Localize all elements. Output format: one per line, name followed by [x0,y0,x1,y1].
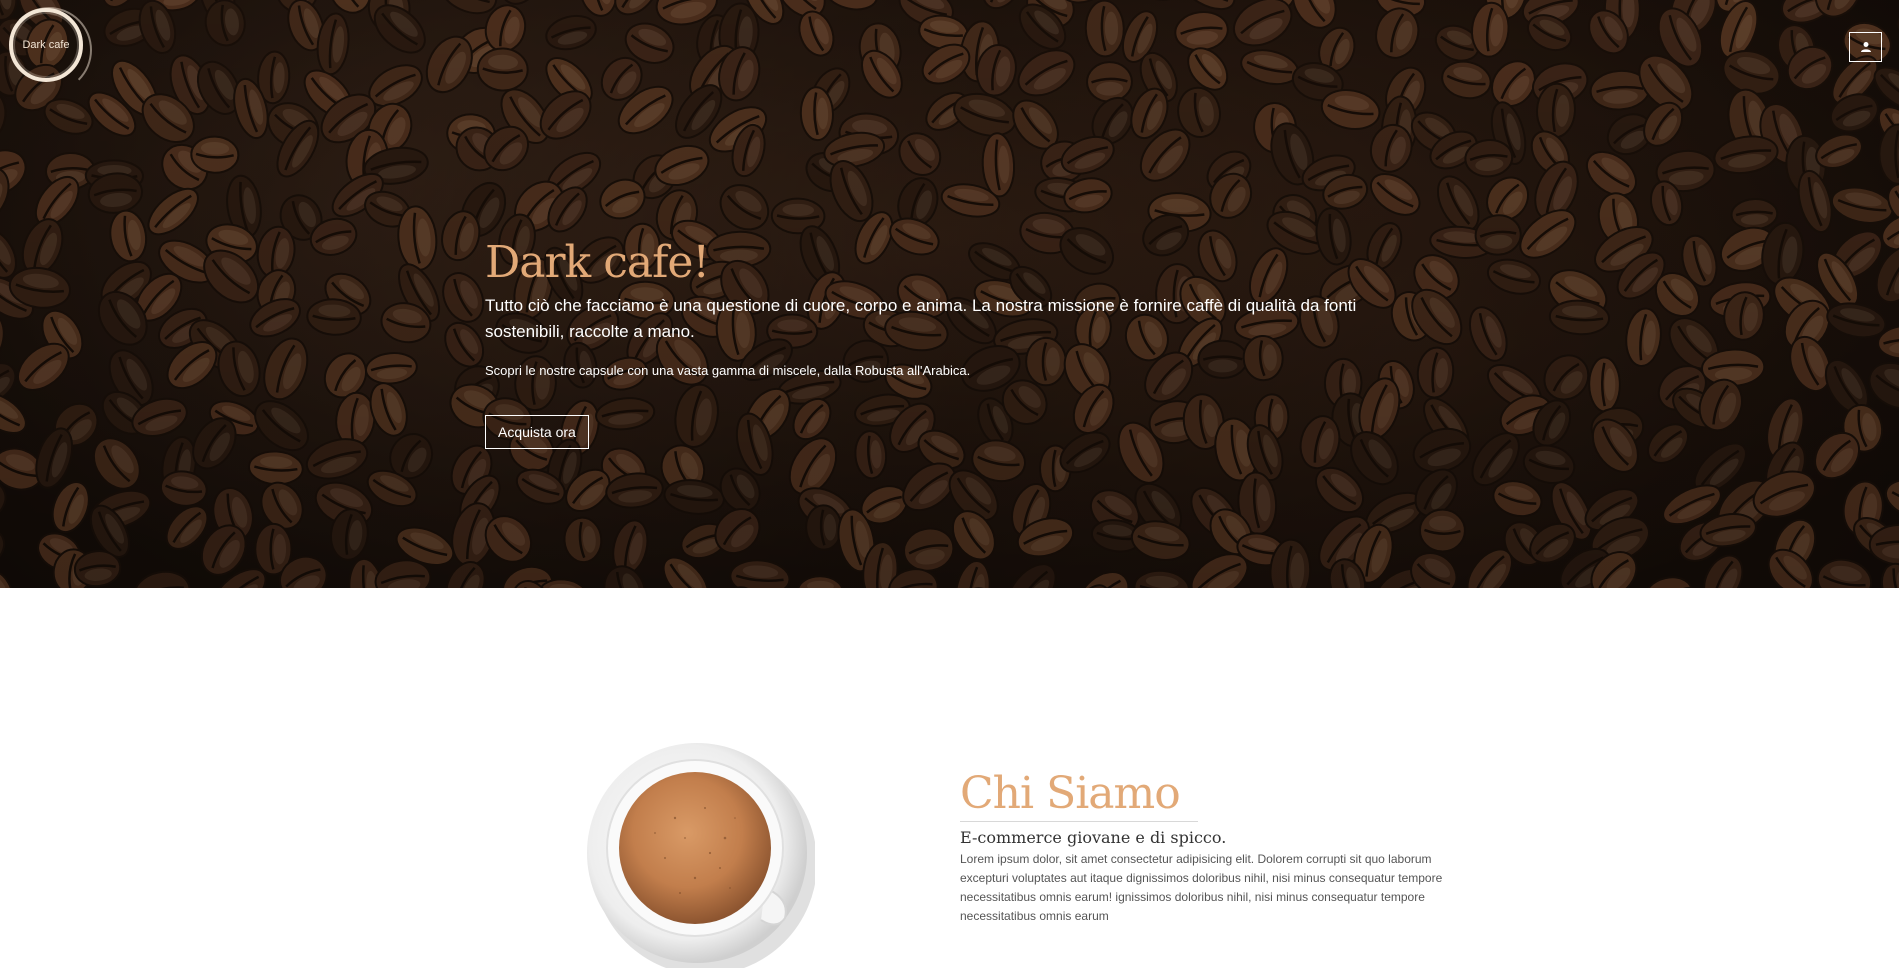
about-title: Chi Siamo [960,767,1198,822]
coffee-cup-illustration [585,738,815,968]
logo-text: Dark cafe [22,39,69,51]
about-subtitle: E-commerce giovane e di spicco. [960,828,1445,847]
coffee-cup-image [585,738,815,968]
hero-subtext: Scopri le nostre capsule con una vasta g… [485,361,1425,381]
user-icon [1860,41,1872,53]
user-account-button[interactable] [1849,32,1882,62]
hero-section: Dark cafe Dark cafe! Tutto ciò che facci… [0,0,1899,588]
logo[interactable]: Dark cafe [9,8,83,82]
about-text: Lorem ipsum dolor, sit amet consectetur … [960,850,1445,926]
hero-title: Dark cafe! [485,235,1425,291]
about-section: Chi Siamo E-commerce giovane e di spicco… [960,767,1445,926]
hero-description: Tutto ciò che facciamo è una questione d… [485,293,1425,345]
buy-now-button[interactable]: Acquista ora [485,415,589,449]
hero-content: Dark cafe! Tutto ciò che facciamo è una … [485,235,1425,449]
